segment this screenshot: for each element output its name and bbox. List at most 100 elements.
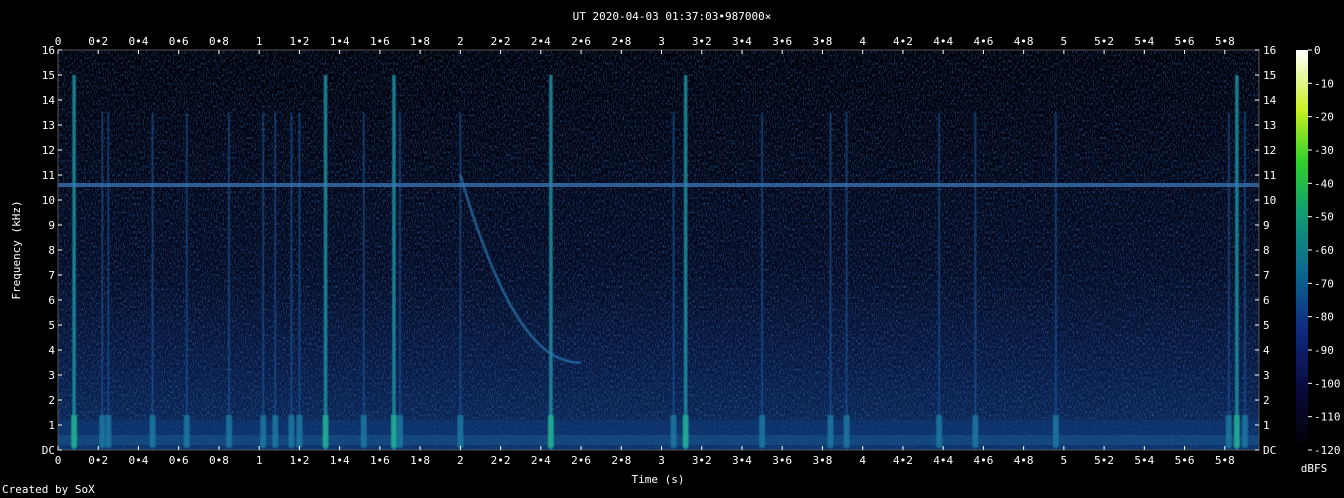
y-tick-label-right: 2 [1263,394,1270,407]
x-tick-label-bottom: 1•2 [289,454,309,467]
sferic-mark [1235,75,1239,450]
sferic-low-mark [682,415,689,448]
y-axis-label: Frequency (kHz) [10,200,23,299]
colorbar [1296,50,1308,450]
y-tick-label-left: 5 [48,319,55,332]
x-tick-label-top: 3•6 [772,35,792,48]
y-tick-label-right: 9 [1263,219,1270,232]
x-tick-label-top: 1 [256,35,263,48]
sferic-low-mark [272,415,279,448]
colorbar-tick-label: -50 [1314,211,1334,224]
x-tick-label-bottom: 3•2 [692,454,712,467]
sferic-low-mark [390,415,397,448]
colorbar-tick-label: -100 [1314,377,1341,390]
colorbar-tick-label: -40 [1314,177,1334,190]
x-tick-label-bottom: 4 [859,454,866,467]
sferic-low-mark [759,415,766,448]
x-tick-label-bottom: 3•6 [772,454,792,467]
sferic-mark [845,112,848,450]
colorbar-tick-label: -30 [1314,144,1334,157]
x-tick-label-bottom: 5•2 [1094,454,1114,467]
sferic-low-mark [322,415,329,448]
y-tick-label-left: 16 [42,44,55,57]
x-tick-label-top: 1•6 [370,35,390,48]
x-tick-label-top: 0•8 [209,35,229,48]
x-tick-label-bottom: 2•4 [531,454,551,467]
x-tick-label-top: 1•4 [330,35,350,48]
x-tick-label-top: 2•2 [491,35,511,48]
y-tick-label-right: 11 [1263,169,1276,182]
x-tick-label-top: 0•4 [129,35,149,48]
y-tick-label-left: 8 [48,244,55,257]
carrier-line [58,183,1259,187]
sferic-mark [1243,112,1246,450]
colorbar-label: dBFS [1301,462,1328,475]
x-tick-label-top: 2 [457,35,464,48]
sferic-low-mark [360,415,367,448]
sferic-mark [298,112,301,450]
sferic-mark [829,112,832,450]
colorbar-tick-label: -110 [1314,411,1341,424]
x-tick-label-top: 4•6 [973,35,993,48]
x-tick-label-top: 0 [55,35,62,48]
y-tick-label-left: 6 [48,294,55,307]
sferic-mark [672,112,675,450]
sferic-mark [1054,112,1057,450]
y-tick-label-left: 9 [48,219,55,232]
x-tick-label-top: 3•2 [692,35,712,48]
x-tick-label-bottom: 4•2 [893,454,913,467]
sferic-mark [459,112,462,450]
sferic-mark [151,112,154,450]
x-tick-label-top: 0•2 [88,35,108,48]
sferic-mark [398,112,401,450]
sferic-mark [938,112,941,450]
x-tick-label-top: 3•8 [813,35,833,48]
y-tick-label-right: 13 [1263,119,1276,132]
x-tick-label-top: 4•2 [893,35,913,48]
colorbar-tick-label: -80 [1314,311,1334,324]
sferic-mark [974,112,977,450]
y-tick-label-right: DC [1263,444,1276,457]
sferic-low-mark [936,415,943,448]
x-tick-label-bottom: 3•8 [813,454,833,467]
sferic-low-mark [71,415,78,448]
x-tick-label-bottom: 4•6 [973,454,993,467]
y-tick-label-left: 10 [42,194,55,207]
x-tick-label-bottom: 3 [658,454,665,467]
chart-title: UT 2020-04-03 01:37:03•987000× [573,10,772,23]
sferic-low-mark [1225,415,1232,448]
sferic-low-mark [1233,415,1240,448]
y-tick-label-left: 2 [48,394,55,407]
y-tick-label-left: 11 [42,169,55,182]
sferic-mark [227,112,230,450]
y-tick-label-right: 16 [1263,44,1276,57]
sferic-low-mark [99,415,106,448]
x-tick-label-top: 5 [1061,35,1068,48]
x-tick-label-bottom: 4•4 [933,454,953,467]
sox-credit: Created by SoX [2,483,95,496]
x-tick-label-top: 3 [658,35,665,48]
y-tick-label-right: 14 [1263,94,1277,107]
sferic-low-mark [260,415,267,448]
spectrogram-chart: UT 2020-04-03 01:37:03•987000× 0 0•2 0•4 0•… [10,10,1341,486]
x-axis-label: Time (s) [632,473,685,486]
x-tick-label-top: 5•6 [1175,35,1195,48]
colorbar-tick-label: -10 [1314,77,1334,90]
x-tick-label-top: 2•4 [531,35,551,48]
sferic-mark [101,112,104,450]
sferic-mark [683,75,688,450]
x-tick-label-bottom: 5•8 [1215,454,1235,467]
x-tick-label-bottom: 1•4 [330,454,350,467]
x-tick-label-top: 1•2 [289,35,309,48]
y-tick-label-right: 1 [1263,419,1270,432]
y-tick-label-left: 13 [42,119,55,132]
x-tick-label-bottom: 3•4 [732,454,752,467]
sferic-low-mark [149,415,156,448]
x-tick-label-bottom: 0•6 [169,454,189,467]
y-tick-label-right: 15 [1263,69,1276,82]
sferic-low-mark [225,415,232,448]
y-tick-label-left: 4 [48,344,55,357]
y-tick-label-left: 14 [42,94,56,107]
x-tick-label-bottom: 5•4 [1134,454,1154,467]
sferic-mark [1227,112,1230,450]
